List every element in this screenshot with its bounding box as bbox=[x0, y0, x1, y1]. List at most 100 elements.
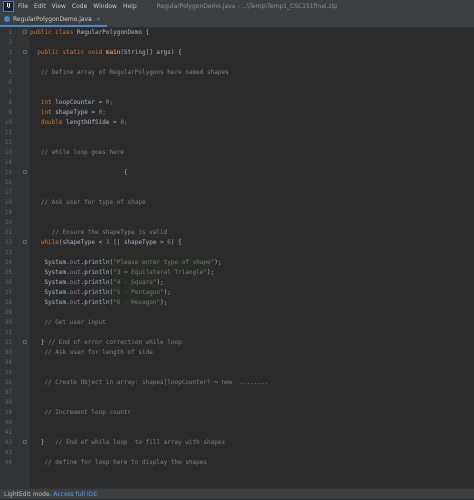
menu-edit[interactable]: Edit bbox=[34, 3, 46, 10]
code-line[interactable]: 40 bbox=[0, 418, 474, 428]
code-line[interactable]: 7 bbox=[0, 88, 474, 98]
code-token: // Ask user for length of side bbox=[30, 349, 153, 356]
code-token: out bbox=[69, 259, 81, 266]
line-number: 28 bbox=[4, 299, 12, 306]
code-line[interactable]: 41 bbox=[0, 428, 474, 438]
close-icon[interactable]: × bbox=[96, 16, 101, 23]
code-token: // while loop goes here bbox=[30, 149, 124, 156]
code-line[interactable]: 11 bbox=[0, 128, 474, 138]
code-text: double lengthOfSide = 0; bbox=[30, 118, 128, 128]
code-token: // Define array of RegularPolygons here … bbox=[30, 69, 229, 76]
code-line[interactable]: 21 // Ensure the shapeType is valid bbox=[0, 228, 474, 238]
code-token: // Increment loop countr bbox=[30, 409, 132, 416]
code-line[interactable]: 18 // Ask user for type of shape bbox=[0, 198, 474, 208]
fold-marker-icon[interactable] bbox=[23, 30, 27, 34]
code-token: int bbox=[30, 109, 56, 116]
code-token: System. bbox=[30, 269, 70, 276]
code-line[interactable]: 8 int loopCounter = 0; bbox=[0, 98, 474, 108]
menu-file[interactable]: File bbox=[18, 3, 28, 10]
code-line[interactable]: 17 bbox=[0, 188, 474, 198]
line-number: 40 bbox=[4, 419, 12, 426]
access-full-ide-link[interactable]: Access full IDE bbox=[53, 491, 97, 498]
menu-view[interactable]: View bbox=[52, 3, 66, 10]
lightedit-mode-text: LightEdit mode. bbox=[4, 491, 52, 498]
code-line[interactable]: 5 // Define array of RegularPolygons her… bbox=[0, 68, 474, 78]
code-line[interactable]: 1 public class RegularPolygonDemo { bbox=[0, 28, 474, 38]
code-token: { bbox=[30, 169, 128, 176]
code-line[interactable]: 20 bbox=[0, 218, 474, 228]
code-line[interactable]: 6 bbox=[0, 78, 474, 88]
line-number: 34 bbox=[4, 359, 12, 366]
intellij-logo-icon: IJ bbox=[3, 1, 14, 12]
line-number: 35 bbox=[4, 369, 12, 376]
code-line[interactable]: 13 // while loop goes here bbox=[0, 148, 474, 158]
code-line[interactable]: 25 System.out.println("3 = Equilateral T… bbox=[0, 268, 474, 278]
code-line[interactable]: 42 } // End of while loop to fill array … bbox=[0, 438, 474, 448]
code-line[interactable]: 37 bbox=[0, 388, 474, 398]
code-line[interactable]: 33 // Ask user for length of side bbox=[0, 348, 474, 358]
line-number: 43 bbox=[4, 449, 12, 456]
fold-marker-icon[interactable] bbox=[23, 340, 27, 344]
code-line[interactable]: 34 bbox=[0, 358, 474, 368]
fold-marker-icon[interactable] bbox=[23, 50, 27, 54]
code-line[interactable]: 29 bbox=[0, 308, 474, 318]
line-number: 19 bbox=[4, 209, 12, 216]
code-editor[interactable]: 1 public class RegularPolygonDemo {2 3 pub… bbox=[0, 28, 474, 488]
code-line[interactable]: 9 int shapeType = 0; bbox=[0, 108, 474, 118]
code-token: || shapeType > bbox=[109, 239, 168, 246]
code-line[interactable]: 19 bbox=[0, 208, 474, 218]
code-line[interactable]: 15 { bbox=[0, 168, 474, 178]
java-class-icon bbox=[4, 16, 10, 22]
code-token: lengthOfSide = bbox=[66, 119, 121, 126]
line-number: 42 bbox=[4, 439, 12, 446]
code-token: (String[] args) { bbox=[120, 49, 182, 56]
code-text: // Get user input bbox=[30, 318, 105, 328]
code-line[interactable]: 32 } // End of error correction while lo… bbox=[0, 338, 474, 348]
menu-code[interactable]: Code bbox=[72, 3, 87, 10]
code-line[interactable]: 3 public static void main(String[] args)… bbox=[0, 48, 474, 58]
code-line[interactable]: 28 System.out.println("6 - Hexagon"); bbox=[0, 298, 474, 308]
code-token: .println( bbox=[80, 289, 114, 296]
code-token: ) { bbox=[170, 239, 182, 246]
code-text: public static void main(String[] args) { bbox=[30, 48, 182, 58]
code-line[interactable]: 36 // Create Object in array: shapes[loo… bbox=[0, 378, 474, 388]
menu-help[interactable]: Help bbox=[123, 3, 137, 10]
code-line[interactable]: 22 while(shapeType < 3 || shapeType > 6)… bbox=[0, 238, 474, 248]
menu-window[interactable]: Window bbox=[93, 3, 117, 10]
code-line[interactable]: 10 double lengthOfSide = 0; bbox=[0, 118, 474, 128]
code-line[interactable]: 30 // Get user input bbox=[0, 318, 474, 328]
editor-tab-bar: RegularPolygonDemo.java × bbox=[0, 13, 474, 28]
code-token: ); bbox=[160, 299, 168, 306]
window-title: RegularPolygonDemo.java - ...\Temp\Temp1… bbox=[156, 3, 338, 10]
line-number: 38 bbox=[4, 399, 12, 406]
code-token: } bbox=[30, 439, 56, 446]
code-line[interactable]: 24 System.out.println("Please enter type… bbox=[0, 258, 474, 268]
fold-marker-icon[interactable] bbox=[23, 440, 27, 444]
line-number: 17 bbox=[4, 189, 12, 196]
code-line[interactable]: 27 System.out.println("5 - Pentagon"); bbox=[0, 288, 474, 298]
code-line[interactable]: 44 // define for loop here to display th… bbox=[0, 458, 474, 468]
fold-marker-icon[interactable] bbox=[23, 170, 27, 174]
code-text: // Ensure the shapeType is valid bbox=[30, 228, 168, 238]
fold-marker-icon[interactable] bbox=[23, 240, 27, 244]
line-number: 13 bbox=[4, 149, 12, 156]
code-token: out bbox=[69, 289, 81, 296]
code-line[interactable]: 35 bbox=[0, 368, 474, 378]
code-line[interactable]: 39 // Increment loop countr bbox=[0, 408, 474, 418]
tab-label: RegularPolygonDemo.java bbox=[13, 15, 92, 23]
code-token: out bbox=[69, 299, 81, 306]
code-line[interactable]: 31 bbox=[0, 328, 474, 338]
code-line[interactable]: 23 bbox=[0, 248, 474, 258]
line-number: 8 bbox=[8, 99, 12, 106]
code-line[interactable]: 38 bbox=[0, 398, 474, 408]
line-number: 16 bbox=[4, 179, 12, 186]
tab-regularpolygondemo[interactable]: RegularPolygonDemo.java × bbox=[0, 13, 107, 27]
code-line[interactable]: 16 bbox=[0, 178, 474, 188]
code-line[interactable]: 4 bbox=[0, 58, 474, 68]
line-number: 33 bbox=[4, 349, 12, 356]
code-line[interactable]: 14 bbox=[0, 158, 474, 168]
code-line[interactable]: 43 bbox=[0, 448, 474, 458]
code-line[interactable]: 2 bbox=[0, 38, 474, 48]
code-line[interactable]: 12 bbox=[0, 138, 474, 148]
code-line[interactable]: 26 System.out.println("4 - Square"); bbox=[0, 278, 474, 288]
